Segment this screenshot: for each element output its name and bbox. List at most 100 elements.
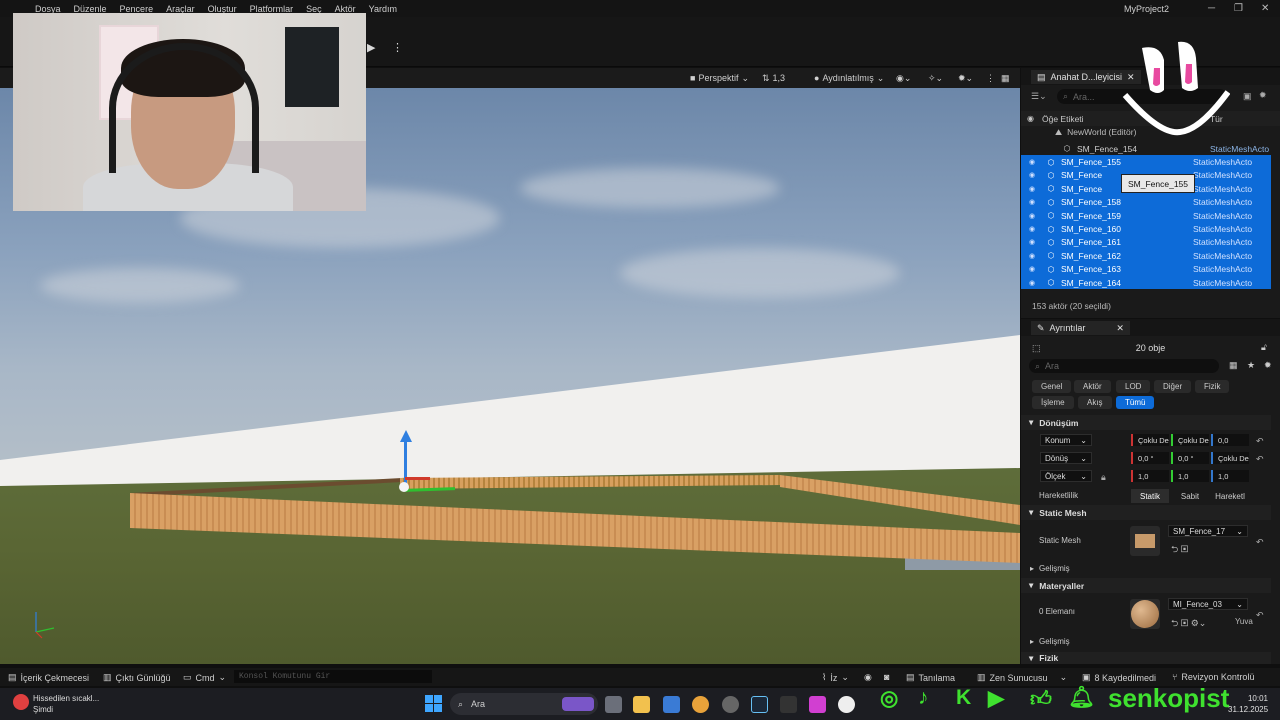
scale-dropdown[interactable]: Ölçek ⌄ (1040, 470, 1092, 482)
store-icon[interactable] (663, 696, 680, 713)
eye-icon[interactable]: ◉ (1027, 158, 1037, 166)
mesh-thumbnail[interactable] (1130, 526, 1160, 556)
filter-physics[interactable]: Fizik (1195, 380, 1230, 393)
rotation-dropdown[interactable]: Dönüş ⌄ (1040, 452, 1092, 464)
add-folder-icon[interactable]: ▣ (1243, 91, 1252, 102)
location-y[interactable]: Çoklu De (1171, 434, 1209, 446)
outliner-row[interactable]: ◉ ⬡ SM_Fence_155 StaticMeshActo (1021, 155, 1271, 169)
outliner-row[interactable]: ◉ ⬡ SM_Fence_160 StaticMeshActo (1021, 222, 1271, 236)
camera-speed-dropdown[interactable]: ⇅ 1,3 (762, 71, 785, 85)
reset-location-icon[interactable]: ↶ (1256, 436, 1264, 447)
outliner-row[interactable]: ◉ ⬡ SM_Fence_159 StaticMeshActo (1021, 208, 1271, 223)
use-selected-icon[interactable]: ⮌ ▣ (1171, 542, 1188, 558)
file-explorer-icon[interactable] (633, 696, 650, 713)
settings-gear-icon[interactable]: ✹ (1259, 90, 1267, 101)
table-view-icon[interactable]: ▦ (1229, 360, 1238, 371)
unreal-engine-icon[interactable] (838, 696, 855, 713)
gizmo-center[interactable] (399, 482, 409, 492)
materials-section[interactable]: ▾ Materyaller (1021, 578, 1271, 593)
outliner-row[interactable]: ◉ ⬡ SM_Fence_164 StaticMeshActo (1021, 275, 1271, 290)
location-dropdown[interactable]: Konum ⌄ (1040, 434, 1092, 446)
material-dropdown[interactable]: MI_Fence_03 ⌄ (1168, 598, 1248, 610)
settings-gear-icon[interactable]: ✹ (1264, 360, 1272, 371)
transform-section[interactable]: ▾ Dönüşüm (1021, 415, 1271, 430)
close-tab-icon[interactable]: ✕ (1116, 323, 1124, 334)
viewport-more-button[interactable]: ⋮ (986, 71, 995, 85)
revision-control-button[interactable]: ⑂ Revizyon Kontrolü (1172, 672, 1254, 682)
filter-actor[interactable]: Aktör (1074, 380, 1111, 393)
scale-y[interactable]: 1,0 (1171, 470, 1209, 482)
maximize-icon[interactable]: ❐ (1234, 3, 1243, 14)
output-log-button[interactable]: ▥ Çıktı Günlüğü (103, 672, 171, 683)
app-icon[interactable] (809, 696, 826, 713)
lock-icon[interactable]: 🔓︎ (1261, 342, 1267, 353)
eye-icon[interactable]: ◉ (1027, 198, 1037, 206)
taskbar-search[interactable]: ⌕ Ara (450, 693, 598, 715)
outliner-row[interactable]: ◉ ⬡ SM_Fence_162 StaticMeshActo (1021, 249, 1271, 263)
derive-button[interactable]: ▤ Tanılama (906, 672, 955, 683)
advanced-row-2[interactable]: ▸ Gelişmiş (1030, 637, 1070, 646)
eye-icon[interactable]: ◉ (1027, 252, 1037, 260)
outliner-row[interactable]: ⬡ SM_Fence_154 StaticMeshActo (1021, 142, 1271, 155)
camera-icon-button[interactable]: ◙ (884, 672, 889, 682)
eye-icon[interactable]: ◉ (1027, 279, 1037, 287)
eye-icon[interactable]: ◉ (1027, 265, 1037, 273)
steam-icon[interactable] (751, 696, 768, 713)
gizmo-x-axis[interactable] (405, 477, 430, 480)
filter-general[interactable]: Genel (1032, 380, 1072, 393)
filter-lod[interactable]: LOD (1116, 380, 1151, 393)
menu-tools[interactable]: Araçlar (166, 4, 195, 14)
weather-icon[interactable] (13, 694, 29, 710)
close-window-icon[interactable]: ✕ (1261, 3, 1269, 14)
taskbar-clock[interactable]: 10:01 31.12.2025 (1228, 693, 1268, 715)
reset-mesh-icon[interactable]: ↶ (1256, 537, 1264, 548)
menu-help[interactable]: Yardım (369, 4, 397, 14)
task-view-icon[interactable] (605, 696, 622, 713)
play-icon[interactable]: ▶ (367, 41, 383, 57)
chrome-icon[interactable] (692, 696, 709, 713)
filter-misc[interactable]: Diğer (1154, 380, 1192, 393)
menu-platforms[interactable]: Platformlar (250, 4, 294, 14)
transform-tools-button[interactable]: ✧⌄ (928, 71, 943, 85)
reset-rotation-icon[interactable]: ↶ (1256, 454, 1264, 465)
unsaved-button[interactable]: ▣ 8 Kaydedilmedi (1082, 672, 1156, 683)
epic-games-icon[interactable] (780, 696, 797, 713)
perspective-dropdown[interactable]: ■ Perspektif ⌄ (690, 71, 749, 85)
weather-widget[interactable]: Hissedilen sıcakl... Şimdi (33, 693, 99, 715)
menu-file[interactable]: Dosya (35, 4, 61, 14)
scale-x[interactable]: 1,0 (1131, 470, 1169, 482)
material-tools-icon[interactable]: ⮌ ▣ ⚙⌄ (1171, 616, 1206, 632)
outliner-row[interactable]: ◉ ⬡ SM_Fence_161 StaticMeshActo (1021, 235, 1271, 250)
tab-details[interactable]: ✎ Ayrıntılar ✕ (1031, 321, 1130, 335)
scale-lock-icon[interactable]: 🔒︎ (1101, 472, 1106, 483)
rotation-x[interactable]: 0,0 ° (1131, 452, 1169, 464)
mobility-movable[interactable]: Hareketl (1211, 489, 1249, 503)
outliner-row[interactable]: ◉ ⬡ SM_Fence_158 StaticMeshActo (1021, 195, 1271, 209)
minimize-icon[interactable]: ─ (1208, 3, 1215, 14)
rotation-z[interactable]: Çoklu De (1211, 452, 1249, 464)
windows-start-icon[interactable] (425, 695, 442, 712)
material-thumbnail[interactable] (1130, 599, 1160, 629)
menu-select[interactable]: Seç (306, 4, 322, 14)
console-command-input[interactable]: Konsol Komutunu Gir (234, 670, 432, 683)
eye-icon[interactable]: ◉ (1027, 171, 1037, 179)
static-mesh-section[interactable]: ▾ Static Mesh (1021, 505, 1271, 520)
advanced-row[interactable]: ▸ Gelişmiş (1030, 564, 1070, 573)
location-z[interactable]: 0,0 (1211, 434, 1249, 446)
lighting-dropdown[interactable]: ● Aydınlatılmış ⌄ (814, 71, 884, 85)
static-mesh-dropdown[interactable]: SM_Fence_17 ⌄ (1168, 525, 1248, 537)
content-drawer-button[interactable]: ▤ İçerik Çekmecesi (8, 672, 89, 683)
zen-server-button[interactable]: ▥ Zen Sunucusu ⌄ (977, 672, 1067, 683)
scale-z[interactable]: 1,0 (1211, 470, 1249, 482)
menu-edit[interactable]: Düzenle (74, 4, 107, 14)
mobility-stationary[interactable]: Sabit (1171, 489, 1209, 503)
location-x[interactable]: Çoklu De (1131, 434, 1169, 446)
favorite-star-icon[interactable]: ★ (1247, 360, 1255, 371)
outliner-row[interactable]: ◉ ⬡ SM_Fence_163 StaticMeshActo (1021, 262, 1271, 276)
gizmo-z-arrowhead[interactable] (400, 430, 412, 442)
eye-icon[interactable]: ◉ (1027, 212, 1037, 220)
filter-streaming[interactable]: Akış (1078, 396, 1112, 409)
layout-button[interactable]: ▦ (1001, 71, 1010, 85)
filter-all[interactable]: Tümü (1116, 396, 1155, 409)
eye-icon[interactable]: ◉ (1027, 238, 1037, 246)
